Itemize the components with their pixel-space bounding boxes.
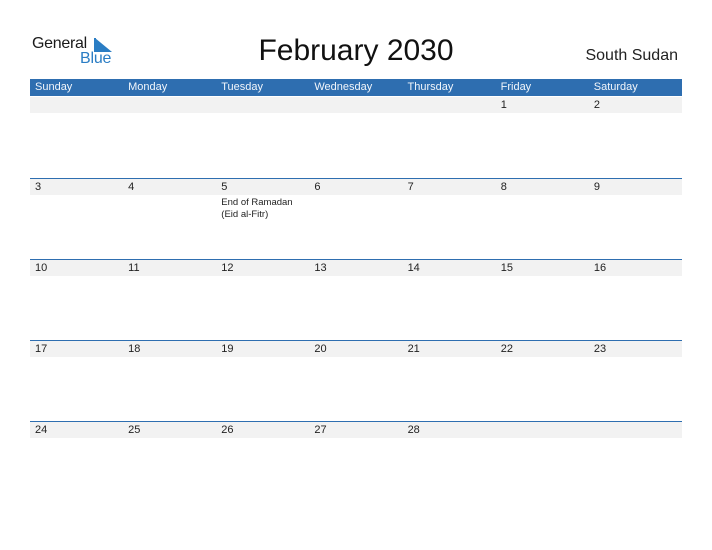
day-cell: 10 bbox=[30, 260, 123, 341]
weekday-monday: Monday bbox=[128, 81, 168, 93]
day-cell: 5 End of Ramadan (Eid al-Fitr) bbox=[216, 179, 309, 260]
day-cell: 7 bbox=[403, 179, 496, 260]
day-number: 18 bbox=[128, 343, 141, 355]
day-cell: 25 bbox=[123, 422, 216, 503]
day-number: 25 bbox=[128, 424, 141, 436]
weekday-saturday: Saturday bbox=[593, 81, 638, 93]
day-number: 14 bbox=[407, 262, 420, 274]
day-cell: 3 bbox=[30, 179, 123, 260]
weekday-sunday: Sunday bbox=[35, 81, 73, 93]
day-number: 17 bbox=[35, 343, 48, 355]
day-cell: 16 bbox=[589, 260, 682, 341]
day-cell: 22 bbox=[496, 341, 589, 422]
day-number: 9 bbox=[593, 181, 600, 193]
day-cell bbox=[30, 97, 123, 178]
weekday-header: Sunday Monday Tuesday Wednesday Thursday… bbox=[30, 79, 682, 96]
week-row: 12 bbox=[30, 97, 682, 178]
day-cell: 28 bbox=[403, 422, 496, 503]
day-number: 7 bbox=[407, 181, 414, 193]
day-number: 4 bbox=[128, 181, 135, 193]
day-number: 27 bbox=[314, 424, 327, 436]
holiday-event: End of Ramadan (Eid al-Fitr) bbox=[221, 197, 293, 220]
day-cell: 8 bbox=[496, 179, 589, 260]
day-cell: 1 bbox=[496, 97, 589, 178]
day-number: 3 bbox=[35, 181, 42, 193]
day-cell: 2 bbox=[589, 97, 682, 178]
day-cell: 19 bbox=[216, 341, 309, 422]
week-row: 17 18 19 20 21 22 23 bbox=[30, 340, 682, 421]
day-cell bbox=[216, 97, 309, 178]
day-cell: 15 bbox=[496, 260, 589, 341]
day-number: 13 bbox=[314, 262, 327, 274]
day-number: 2 bbox=[593, 99, 600, 111]
day-number: 21 bbox=[407, 343, 420, 355]
day-number: 1 bbox=[500, 99, 507, 111]
day-cell bbox=[403, 97, 496, 178]
week-row: 24 25 26 27 28 bbox=[30, 421, 682, 502]
day-cell bbox=[123, 97, 216, 178]
day-cell: 20 bbox=[309, 341, 402, 422]
week-row: 10 11 12 13 14 15 16 bbox=[30, 259, 682, 340]
day-cell bbox=[589, 422, 682, 503]
day-cell: 9 bbox=[589, 179, 682, 260]
day-cell: 24 bbox=[30, 422, 123, 503]
country-label: South Sudan bbox=[585, 47, 678, 64]
day-number: 11 bbox=[128, 262, 140, 274]
day-number: 26 bbox=[221, 424, 234, 436]
day-number: 23 bbox=[593, 343, 607, 355]
day-number: 12 bbox=[221, 262, 234, 274]
day-cell: 17 bbox=[30, 341, 123, 422]
day-cell bbox=[309, 97, 402, 178]
day-number: 5 bbox=[221, 181, 228, 193]
day-cell: 11 bbox=[123, 260, 216, 341]
day-cell: 18 bbox=[123, 341, 216, 422]
day-cell: 12 bbox=[216, 260, 309, 341]
day-number: 8 bbox=[500, 181, 507, 193]
day-number: 10 bbox=[35, 262, 48, 274]
day-number: 19 bbox=[221, 343, 234, 355]
day-number: 6 bbox=[314, 181, 321, 193]
weekday-wednesday: Wednesday bbox=[314, 81, 373, 93]
weekday-tuesday: Tuesday bbox=[221, 81, 264, 93]
day-number: 20 bbox=[314, 343, 327, 355]
day-cell bbox=[496, 422, 589, 503]
day-cell: 23 bbox=[589, 341, 682, 422]
day-cell: 26 bbox=[216, 422, 309, 503]
day-number: 15 bbox=[500, 262, 513, 274]
day-cell: 27 bbox=[309, 422, 402, 503]
weekday-thursday: Thursday bbox=[407, 81, 454, 93]
day-number: 24 bbox=[35, 424, 48, 436]
day-number: 16 bbox=[593, 262, 607, 274]
day-cell: 14 bbox=[403, 260, 496, 341]
day-cell: 13 bbox=[309, 260, 402, 341]
day-cell: 21 bbox=[403, 341, 496, 422]
day-number: 28 bbox=[407, 424, 420, 436]
day-cell: 4 bbox=[123, 179, 216, 260]
week-row: 3 4 5 End of Ramadan (Eid al-Fitr) 6 7 8 9 bbox=[30, 178, 682, 259]
weekday-friday: Friday bbox=[500, 81, 532, 93]
day-number: 22 bbox=[500, 343, 513, 355]
day-cell: 6 bbox=[309, 179, 402, 260]
